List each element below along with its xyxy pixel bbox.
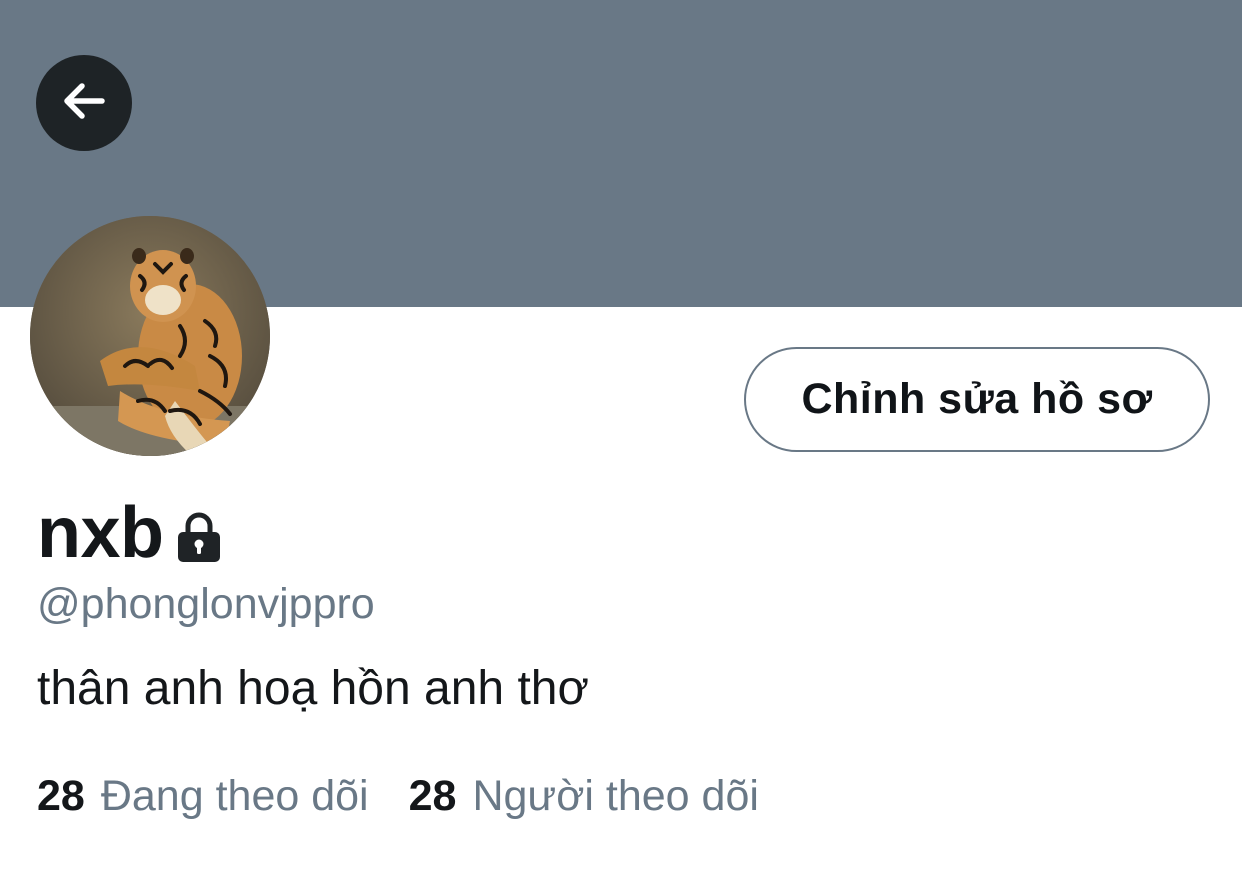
follow-stats: 28 Đang theo dõi 28 Người theo dõi xyxy=(37,770,759,822)
following-count: 28 xyxy=(37,772,85,820)
back-button[interactable] xyxy=(36,55,132,151)
display-name: nxb xyxy=(37,493,164,573)
arrow-left-icon xyxy=(56,73,112,134)
edit-profile-button[interactable]: Chỉnh sửa hồ sơ xyxy=(744,347,1210,452)
lock-icon xyxy=(176,511,222,563)
avatar[interactable] xyxy=(30,216,270,456)
followers-stat[interactable]: 28 Người theo dõi xyxy=(409,770,759,822)
following-stat[interactable]: 28 Đang theo dõi xyxy=(37,770,369,822)
name-row: nxb xyxy=(37,490,222,576)
profile-page: Chỉnh sửa hồ sơ nxb @phonglonvjppro thân… xyxy=(0,0,1242,871)
followers-label: Người theo dõi xyxy=(472,772,759,820)
profile-bio: thân anh hoạ hồn anh thơ xyxy=(37,662,589,715)
following-label: Đang theo dõi xyxy=(100,772,369,820)
user-handle: @phonglonvjppro xyxy=(37,580,375,628)
followers-count: 28 xyxy=(408,772,457,820)
